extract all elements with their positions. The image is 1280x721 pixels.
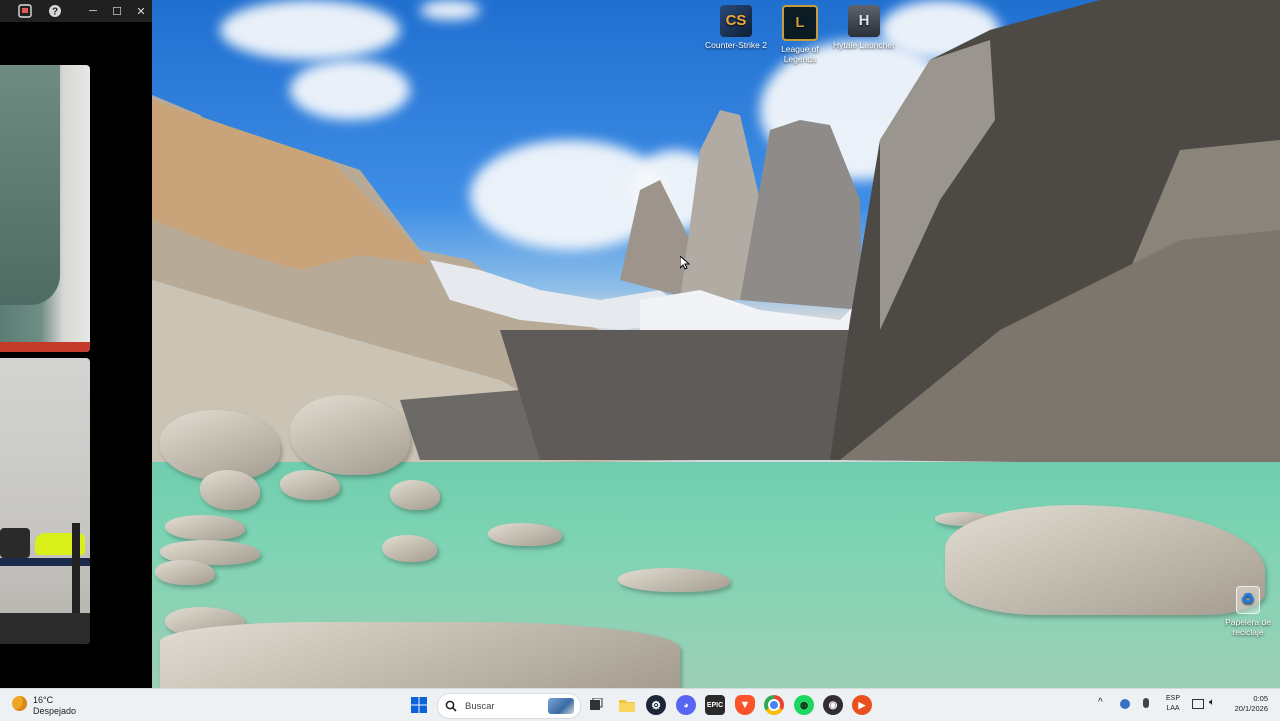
taskbar: 16°C Despejado Buscar ⚙ ◕ EPIC ▼ ◍ ◉ ▶ ^… [0,688,1280,721]
discord-icon: ◕ [683,700,689,710]
weather-moon-icon [12,696,27,711]
app-icon[interactable] [14,0,36,22]
media-button[interactable]: ▶ [852,695,872,715]
desktop-icon-counter-strike[interactable]: CS Counter-Strike 2 [704,5,768,50]
hytale-icon: H [848,5,880,37]
app-green-icon: ◍ [800,699,808,710]
tray-overflow-button[interactable]: ^ [1098,697,1103,708]
camera-window-titlebar[interactable]: ? ─ ☐ ✕ [0,0,152,22]
camera-feed-bottom [0,358,90,644]
task-view-button[interactable] [586,695,606,715]
epic-games-button[interactable]: EPIC [705,695,725,715]
maximize-icon[interactable]: ☐ [106,0,128,22]
weather-widget[interactable]: 16°C Despejado [10,693,100,717]
steam-icon: ⚙ [651,699,661,712]
clock[interactable]: 0:05 20/1/2026 [1228,694,1268,714]
media-icon: ▶ [858,699,866,710]
search-highlight-image [548,698,574,714]
counter-strike-icon: CS [720,5,752,37]
chrome-button[interactable] [764,695,784,715]
taskbar-search-box[interactable]: Buscar [437,693,581,719]
obs-button[interactable]: ◉ [823,695,843,715]
region-label: LAA [1166,705,1180,712]
start-icon [411,697,427,713]
search-placeholder: Buscar [465,700,495,712]
camera-window[interactable]: ? ─ ☐ ✕ [0,0,152,688]
clock-date: 20/1/2026 [1234,704,1268,713]
desktop-wallpaper [0,0,1280,688]
brave-button[interactable]: ▼ [735,695,755,715]
desktop-icon-label: Counter-Strike 2 [705,40,767,50]
file-explorer-button[interactable] [617,695,637,715]
discord-button[interactable]: ◕ [676,695,696,715]
obs-icon: ◉ [828,699,838,711]
weather-condition: Despejado [33,706,77,716]
minimize-icon[interactable]: ─ [82,0,104,22]
start-button[interactable] [409,695,429,715]
close-icon[interactable]: ✕ [130,0,152,22]
network-icon[interactable] [1192,699,1204,709]
brave-icon: ▼ [739,699,751,711]
microphone-icon[interactable] [1143,698,1149,708]
file-explorer-icon [619,700,635,712]
svg-text:?: ? [52,7,58,18]
league-of-legends-icon: L [782,5,818,41]
desktop-icon-recycle-bin[interactable]: ♻ Papelera de reciclaje [1216,586,1280,637]
desktop-icon-label: Hytale Launcher [833,40,895,50]
language-label: ESP [1165,695,1180,702]
mouse-cursor [680,256,690,270]
desktop-icon-hytale[interactable]: H Hytale Launcher [832,5,896,50]
green-app-button[interactable]: ◍ [794,695,814,715]
desktop-icon-label: Papelera de reciclaje [1225,617,1271,637]
tray-app-icon[interactable] [1120,699,1130,709]
search-icon [445,700,457,712]
clock-time: 0:05 [1253,694,1268,703]
steam-button[interactable]: ⚙ [646,695,666,715]
chrome-icon [768,699,780,711]
help-icon[interactable]: ? [44,0,66,22]
chevron-up-icon: ^ [1098,697,1103,708]
task-view-icon [590,698,603,710]
language-indicator[interactable]: ESP LAA [1162,694,1184,714]
weather-temp: 16°C [33,695,54,705]
desktop-icon-label: League of Legends [781,44,819,64]
recycle-bin-icon: ♻ [1236,586,1260,614]
desktop-icon-league-of-legends[interactable]: L League of Legends [768,5,832,64]
epic-games-icon: EPIC [706,701,724,709]
camera-feed-top [0,65,90,352]
volume-icon[interactable]: 🔈︎ [1209,697,1215,708]
